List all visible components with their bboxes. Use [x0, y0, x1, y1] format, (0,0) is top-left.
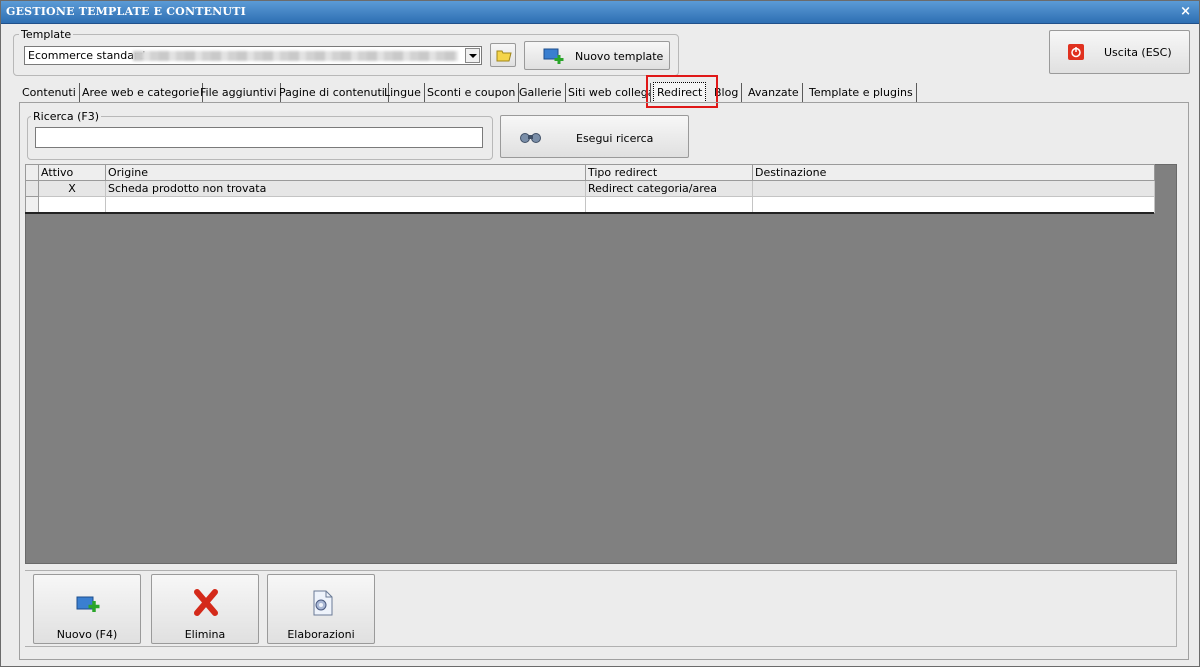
row-selector-header: [25, 164, 39, 181]
tab-aree-web[interactable]: Aree web e categorie: [79, 83, 204, 102]
cell-tipo-redirect[interactable]: [585, 196, 753, 213]
column-header-origine[interactable]: Origine: [105, 164, 586, 181]
tab-lingue[interactable]: Lingue: [381, 83, 425, 102]
tab-contenuti[interactable]: Contenuti: [19, 83, 80, 102]
title-bar[interactable]: GESTIONE TEMPLATE E CONTENUTI ×: [1, 1, 1199, 24]
new-button[interactable]: Nuovo (F4): [33, 574, 141, 644]
tab-siti-collegati[interactable]: Siti web collegati: [565, 83, 651, 102]
new-button-label: Nuovo (F4): [56, 628, 118, 641]
tab-gallerie[interactable]: Gallerie: [516, 83, 566, 102]
column-header-destinazione[interactable]: Destinazione: [752, 164, 1155, 181]
power-icon: [1068, 44, 1084, 60]
cell-destinazione[interactable]: [752, 196, 1155, 213]
open-template-button[interactable]: [490, 43, 516, 67]
close-icon[interactable]: ×: [1180, 4, 1191, 19]
grid-background: [25, 164, 1177, 564]
delete-button-label: Elimina: [184, 628, 226, 641]
new-template-button[interactable]: Nuovo template: [524, 41, 670, 70]
table-row[interactable]: X Scheda prodotto non trovata Redirect c…: [25, 180, 1155, 197]
main-window: GESTIONE TEMPLATE E CONTENUTI × Template…: [0, 0, 1200, 667]
redacted-url: [133, 51, 458, 61]
row-selector[interactable]: [25, 180, 39, 197]
cell-attivo[interactable]: [38, 196, 106, 213]
exit-label: Uscita (ESC): [1104, 46, 1172, 59]
column-header-attivo[interactable]: Attivo: [38, 164, 106, 181]
exit-button[interactable]: Uscita (ESC): [1049, 30, 1190, 74]
template-select-value: Ecommerce standard: [28, 49, 146, 62]
new-template-label: Nuovo template: [575, 50, 664, 63]
cell-origine[interactable]: [105, 196, 586, 213]
cell-attivo[interactable]: X: [38, 180, 106, 197]
processing-button[interactable]: Elaborazioni: [267, 574, 375, 644]
add-screen-icon: [543, 48, 564, 64]
cell-origine[interactable]: Scheda prodotto non trovata: [105, 180, 586, 197]
row-selector[interactable]: [25, 196, 39, 213]
red-x-icon: [194, 589, 218, 616]
cell-destinazione[interactable]: [752, 180, 1155, 197]
add-screen-icon: [76, 596, 100, 612]
tab-sconti[interactable]: Sconti e coupon: [424, 83, 520, 102]
run-search-button[interactable]: Esegui ricerca: [500, 115, 689, 158]
run-search-label: Esegui ricerca: [576, 132, 654, 145]
tab-redirect[interactable]: Redirect: [653, 82, 707, 103]
processing-button-label: Elaborazioni: [287, 628, 355, 641]
folder-icon: [496, 50, 512, 62]
table-header-row: Attivo Origine Tipo redirect Destinazion…: [25, 164, 1155, 181]
template-select[interactable]: Ecommerce standard: [24, 46, 482, 65]
column-header-tipo-redirect[interactable]: Tipo redirect: [585, 164, 753, 181]
table-row[interactable]: [25, 196, 1155, 213]
grid-divider: [25, 212, 1154, 214]
chevron-down-icon[interactable]: [465, 48, 480, 63]
redirect-table: Attivo Origine Tipo redirect Destinazion…: [25, 164, 1155, 213]
tab-pagine-contenuti[interactable]: Pagine di contenuti: [276, 83, 389, 102]
window-title: GESTIONE TEMPLATE E CONTENUTI: [6, 5, 246, 18]
tab-avanzate[interactable]: Avanzate: [745, 83, 803, 102]
binoculars-icon: [520, 133, 541, 143]
search-input[interactable]: [35, 127, 483, 148]
search-group-label: Ricerca (F3): [31, 110, 101, 123]
tab-blog[interactable]: Blog: [709, 83, 743, 102]
cell-tipo-redirect[interactable]: Redirect categoria/area: [585, 180, 753, 197]
template-group-label: Template: [19, 28, 74, 41]
tab-template-plugins[interactable]: Template e plugins: [806, 83, 917, 102]
document-gear-icon: [313, 590, 333, 616]
delete-button[interactable]: Elimina: [151, 574, 259, 644]
tab-file-aggiuntivi[interactable]: File aggiuntivi: [197, 83, 281, 102]
